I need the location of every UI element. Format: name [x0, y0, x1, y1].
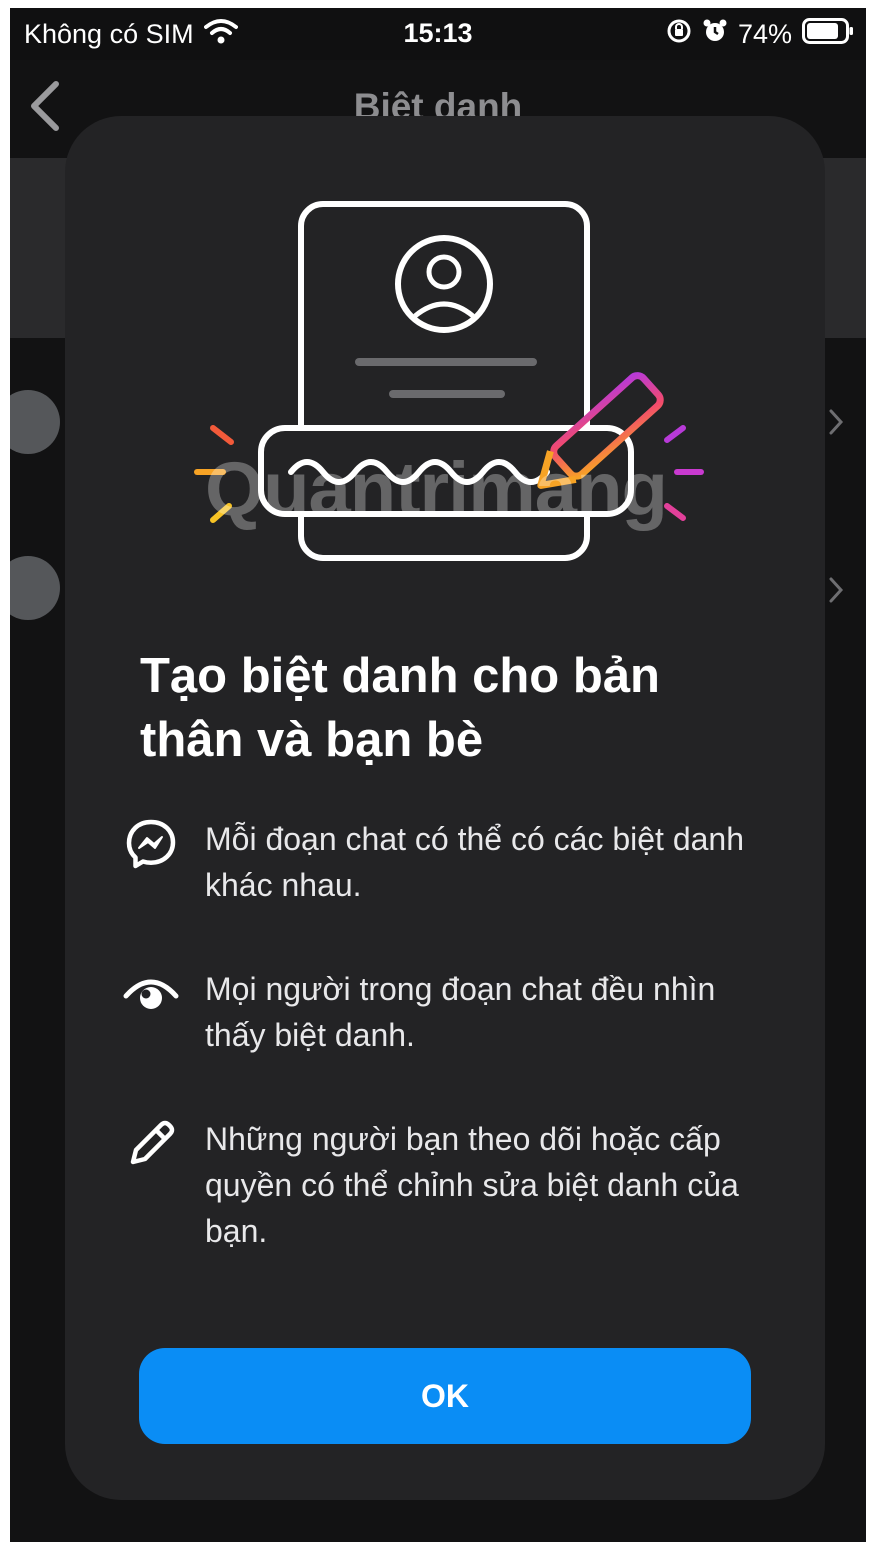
- chevron-right-icon: [828, 576, 844, 609]
- avatar: [10, 390, 60, 454]
- rotation-lock-icon: [666, 18, 692, 51]
- feature-item-chats: Mỗi đoạn chat có thể có các biệt danh kh…: [123, 816, 783, 908]
- battery-percent: 74%: [737, 19, 792, 49]
- feature-text: Những người bạn theo dõi hoặc cấp quyền …: [205, 1121, 739, 1249]
- nickname-modal: Quantrimang Tạo biệt danh cho bản thân v…: [65, 116, 825, 1500]
- feature-item-visibility: Mọi người trong đoạn chat đều nhìn thấy …: [123, 966, 783, 1058]
- messenger-icon: [123, 816, 179, 872]
- battery-icon: [802, 18, 854, 51]
- modal-title: Tạo biệt danh cho bản thân và bạn bè: [140, 649, 660, 767]
- status-bar: Không có SIM 15:13 74%: [10, 8, 866, 60]
- feature-text: Mỗi đoạn chat có thể có các biệt danh kh…: [205, 821, 745, 903]
- chevron-right-icon: [828, 408, 844, 441]
- feature-text: Mọi người trong đoạn chat đều nhìn thấy …: [205, 971, 716, 1053]
- watermark: Quantrimang: [205, 447, 668, 532]
- status-right: 74%: [666, 18, 854, 51]
- ok-button[interactable]: OK: [139, 1348, 751, 1444]
- feature-item-editing: Những người bạn theo dõi hoặc cấp quyền …: [123, 1116, 783, 1254]
- phone-screen: Không có SIM 15:13 74% Biệt danh Quantri…: [10, 8, 866, 1542]
- pencil-icon: [123, 1116, 179, 1172]
- eye-icon: [123, 966, 179, 1022]
- avatar: [10, 556, 60, 620]
- alarm-icon: [702, 18, 728, 51]
